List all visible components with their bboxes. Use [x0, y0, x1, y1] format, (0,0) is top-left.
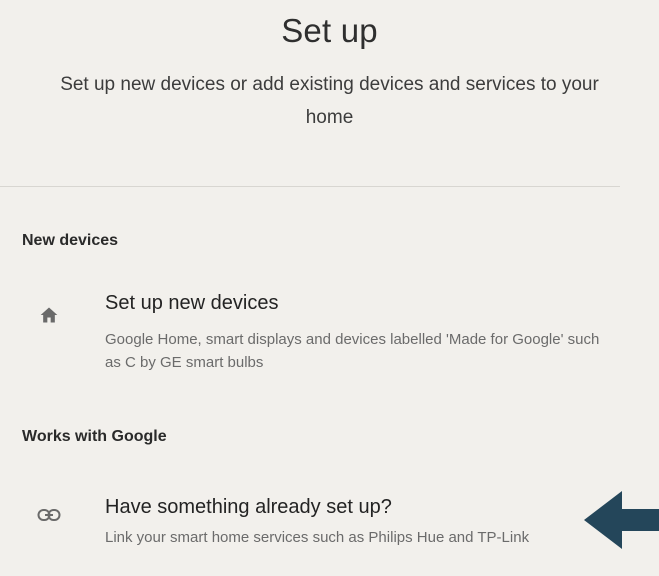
divider — [0, 186, 620, 187]
page-title: Set up — [281, 12, 378, 49]
link-icon — [36, 502, 62, 528]
set-up-new-devices-item[interactable]: Set up new devices Google Home, smart di… — [0, 292, 620, 382]
home-icon — [36, 302, 62, 328]
section-header-works-with-google: Works with Google — [22, 428, 167, 445]
section-header-new-devices: New devices — [22, 232, 119, 249]
item-description: Link your smart home services such as Ph… — [105, 529, 530, 546]
arrow-left-icon — [584, 491, 659, 549]
link-existing-services-item[interactable]: Have something already set up? Link your… — [0, 496, 620, 572]
item-title: Set up new devices — [105, 292, 279, 314]
page-subtitle: Set up new devices or add existing devic… — [60, 74, 599, 128]
item-title: Have something already set up? — [105, 496, 392, 518]
item-description: Google Home, smart displays and devices … — [105, 331, 600, 371]
setup-screen: Set up Set up new devices or add existin… — [0, 0, 659, 576]
